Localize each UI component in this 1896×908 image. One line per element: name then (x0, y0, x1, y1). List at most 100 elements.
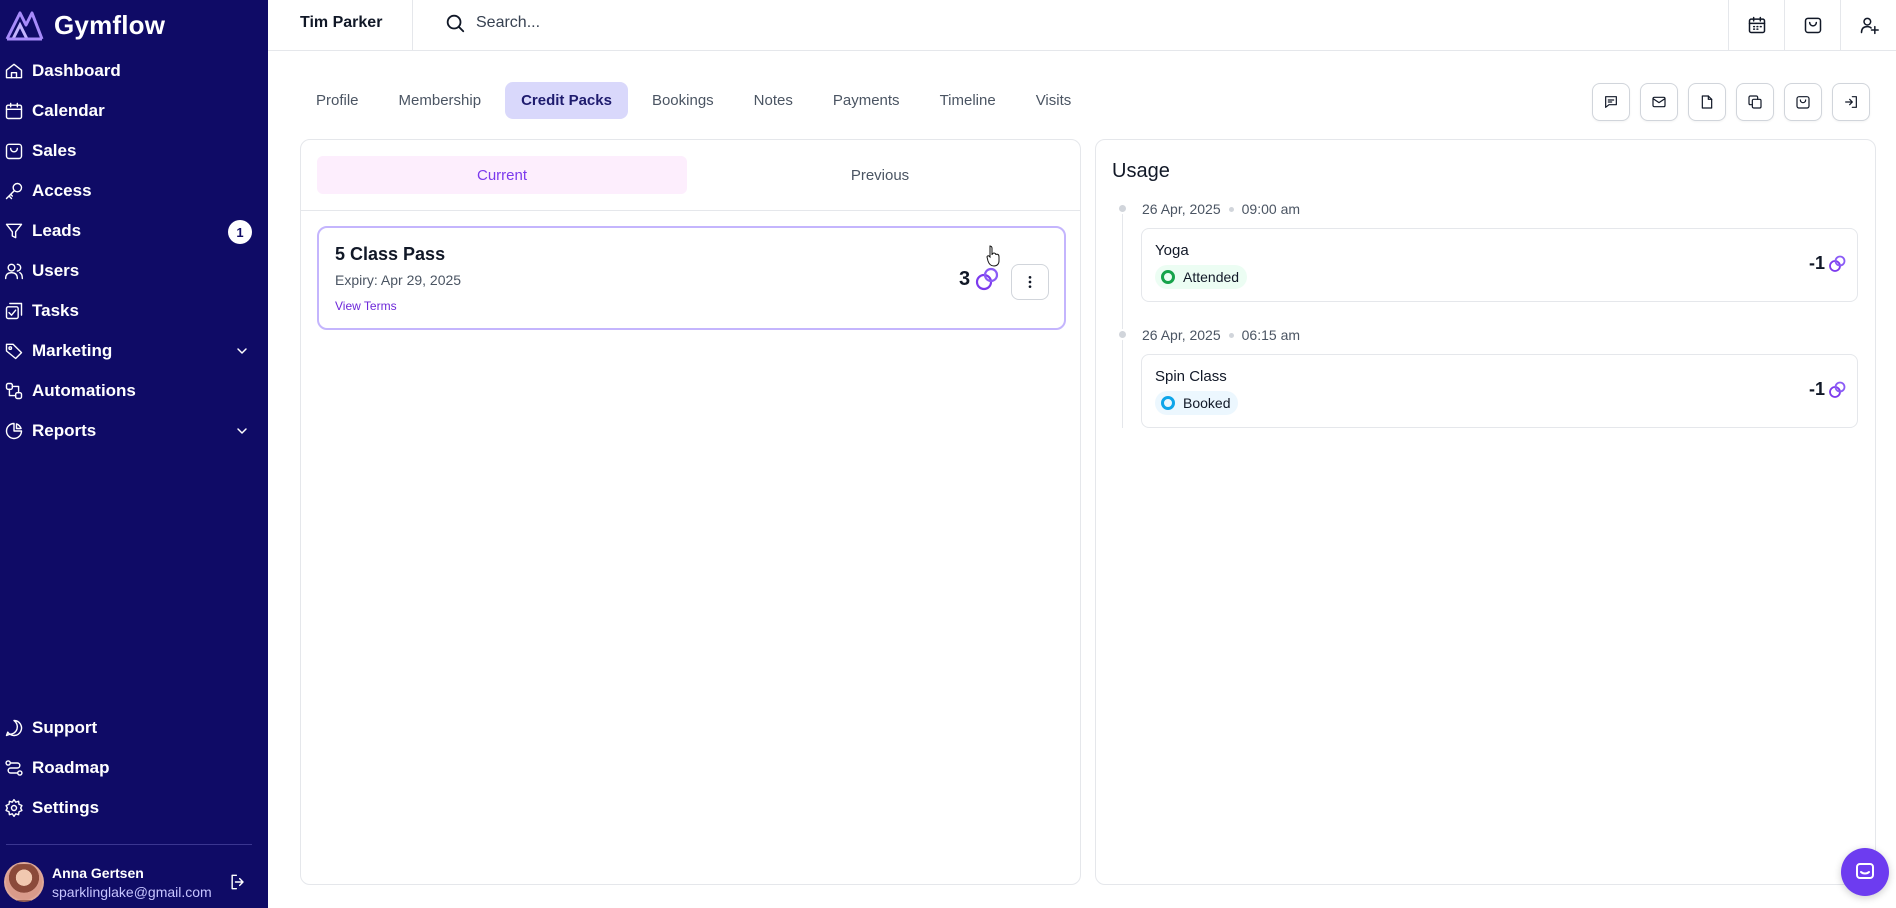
usage-panel: Usage 26 Apr, 2025 09:00 am Yoga Attende… (1095, 139, 1876, 885)
sidebar-item-automations[interactable]: Automations (0, 371, 268, 411)
credit-change-value: -1 (1808, 379, 1825, 399)
tab-timeline[interactable]: Timeline (924, 82, 1012, 119)
sidebar-item-label: Leads (32, 221, 82, 240)
usage-entry-date: 26 Apr, 2025 09:00 am (1142, 201, 1300, 217)
sidebar-item-users[interactable]: Users (0, 251, 268, 291)
chevron-down-icon[interactable] (234, 343, 250, 359)
status-badge: Attended (1155, 265, 1248, 289)
entry-time: 06:15 am (1241, 327, 1301, 343)
search-input[interactable] (476, 14, 1076, 32)
user-name: Anna Gertsen (52, 864, 144, 881)
credit-pack-card[interactable]: 5 Class Pass Expiry: Apr 29, 2025 View T… (317, 226, 1066, 330)
copy-icon (1748, 95, 1762, 109)
tab-profile[interactable]: Profile (300, 82, 375, 119)
sidebar-item-label: Access (32, 181, 92, 200)
app-logo[interactable]: Gymflow (4, 4, 165, 46)
sidebar-item-settings[interactable]: Settings (0, 788, 268, 828)
avatar (4, 862, 44, 902)
filter-icon (5, 223, 23, 239)
add-note-button[interactable] (1688, 83, 1726, 121)
timeline-dot (1117, 203, 1128, 214)
shop-button[interactable] (1784, 0, 1840, 50)
chat-icon (5, 719, 23, 737)
copy-button[interactable] (1736, 83, 1774, 121)
sidebar-item-dashboard[interactable]: Dashboard (0, 51, 268, 91)
bag-icon (1796, 96, 1810, 109)
credit-change: -1 (1809, 379, 1847, 400)
usage-entry-card[interactable]: Yoga Attended -1 (1141, 228, 1858, 302)
tab-bookings[interactable]: Bookings (636, 82, 730, 119)
sidebar-item-access[interactable]: Access (0, 171, 268, 211)
sidebar-item-label: Sales (32, 141, 77, 160)
sell-button[interactable] (1784, 83, 1822, 121)
calendar-button[interactable] (1728, 0, 1784, 50)
pack-credits: 3 (959, 266, 1000, 292)
divider (301, 210, 1080, 211)
check-in-button[interactable] (1832, 83, 1870, 121)
support-chat-button[interactable] (1841, 848, 1889, 896)
sign-in-icon (1845, 96, 1857, 108)
user-email: sparklinglake@gmail.com (52, 883, 212, 900)
sidebar-item-tasks[interactable]: Tasks (0, 291, 268, 331)
tab-membership[interactable]: Membership (383, 82, 498, 119)
dot-separator (1228, 332, 1234, 338)
search-bar (444, 12, 1076, 34)
usage-entry-card[interactable]: Spin Class Booked -1 (1141, 354, 1858, 428)
timeline-dot (1117, 329, 1128, 340)
credit-icon (976, 267, 999, 291)
sidebar-item-marketing[interactable]: Marketing (0, 331, 268, 371)
sidebar-item-sales[interactable]: Sales (0, 131, 268, 171)
top-icons (1728, 0, 1896, 50)
tab-notes[interactable]: Notes (738, 82, 809, 119)
credit-icon (1829, 381, 1846, 398)
entry-date: 26 Apr, 2025 (1142, 201, 1221, 217)
timeline-line (1122, 210, 1123, 428)
leads-count-badge: 1 (228, 220, 252, 244)
mail-icon (1652, 96, 1666, 108)
view-terms-link[interactable]: View Terms (335, 299, 397, 313)
credit-change-value: -1 (1808, 253, 1825, 273)
sidebar-item-label: Settings (32, 798, 100, 817)
tab-visits[interactable]: Visits (1020, 82, 1088, 119)
mouse-cursor-icon (986, 245, 1000, 267)
key-icon (5, 182, 23, 200)
subtab-previous[interactable]: Previous (695, 156, 1065, 194)
sidebar-nav: Dashboard Calendar Sales Access Leads 1 … (0, 51, 268, 451)
member-tabs: Profile Membership Credit Packs Bookings… (300, 82, 1087, 119)
sidebar-item-calendar[interactable]: Calendar (0, 91, 268, 131)
add-user-button[interactable] (1840, 0, 1896, 50)
subtab-current[interactable]: Current (317, 156, 687, 194)
sidebar-item-label: Tasks (32, 301, 79, 320)
pack-credit-count: 3 (959, 267, 971, 290)
pack-expiry: Expiry: Apr 29, 2025 (335, 272, 462, 288)
sidebar-item-label: Reports (32, 421, 97, 440)
tasks-icon (5, 302, 23, 320)
status-label: Booked (1183, 395, 1231, 411)
sidebar-item-label: Roadmap (32, 758, 110, 777)
home-icon (5, 63, 23, 79)
sidebar-item-label: Support (32, 718, 98, 737)
sidebar-item-label: Marketing (32, 341, 113, 360)
sidebar-item-support[interactable]: Support (0, 708, 268, 748)
sidebar-item-reports[interactable]: Reports (0, 411, 268, 451)
more-vertical-icon (1028, 276, 1032, 288)
credit-pack-subtabs: Current Previous (317, 156, 1066, 194)
calendar-icon (5, 102, 23, 120)
sidebar-item-leads[interactable]: Leads 1 (0, 211, 268, 251)
entry-date: 26 Apr, 2025 (1142, 327, 1221, 343)
add-user-icon (1860, 17, 1879, 35)
logout-icon[interactable] (228, 872, 248, 892)
send-email-button[interactable] (1640, 83, 1678, 121)
send-message-button[interactable] (1592, 83, 1630, 121)
calendar-icon (1748, 16, 1765, 34)
usage-entry-date: 26 Apr, 2025 06:15 am (1142, 327, 1300, 343)
sidebar-item-roadmap[interactable]: Roadmap (0, 748, 268, 788)
pack-options-button[interactable] (1011, 264, 1049, 300)
gear-icon (5, 798, 23, 818)
current-user[interactable]: Anna Gertsen sparklinglake@gmail.com (4, 860, 264, 904)
sidebar-item-label: Users (32, 261, 80, 280)
member-actions (1592, 83, 1870, 121)
chevron-down-icon[interactable] (234, 423, 250, 439)
tab-payments[interactable]: Payments (817, 82, 916, 119)
tab-credit-packs[interactable]: Credit Packs (505, 82, 628, 119)
